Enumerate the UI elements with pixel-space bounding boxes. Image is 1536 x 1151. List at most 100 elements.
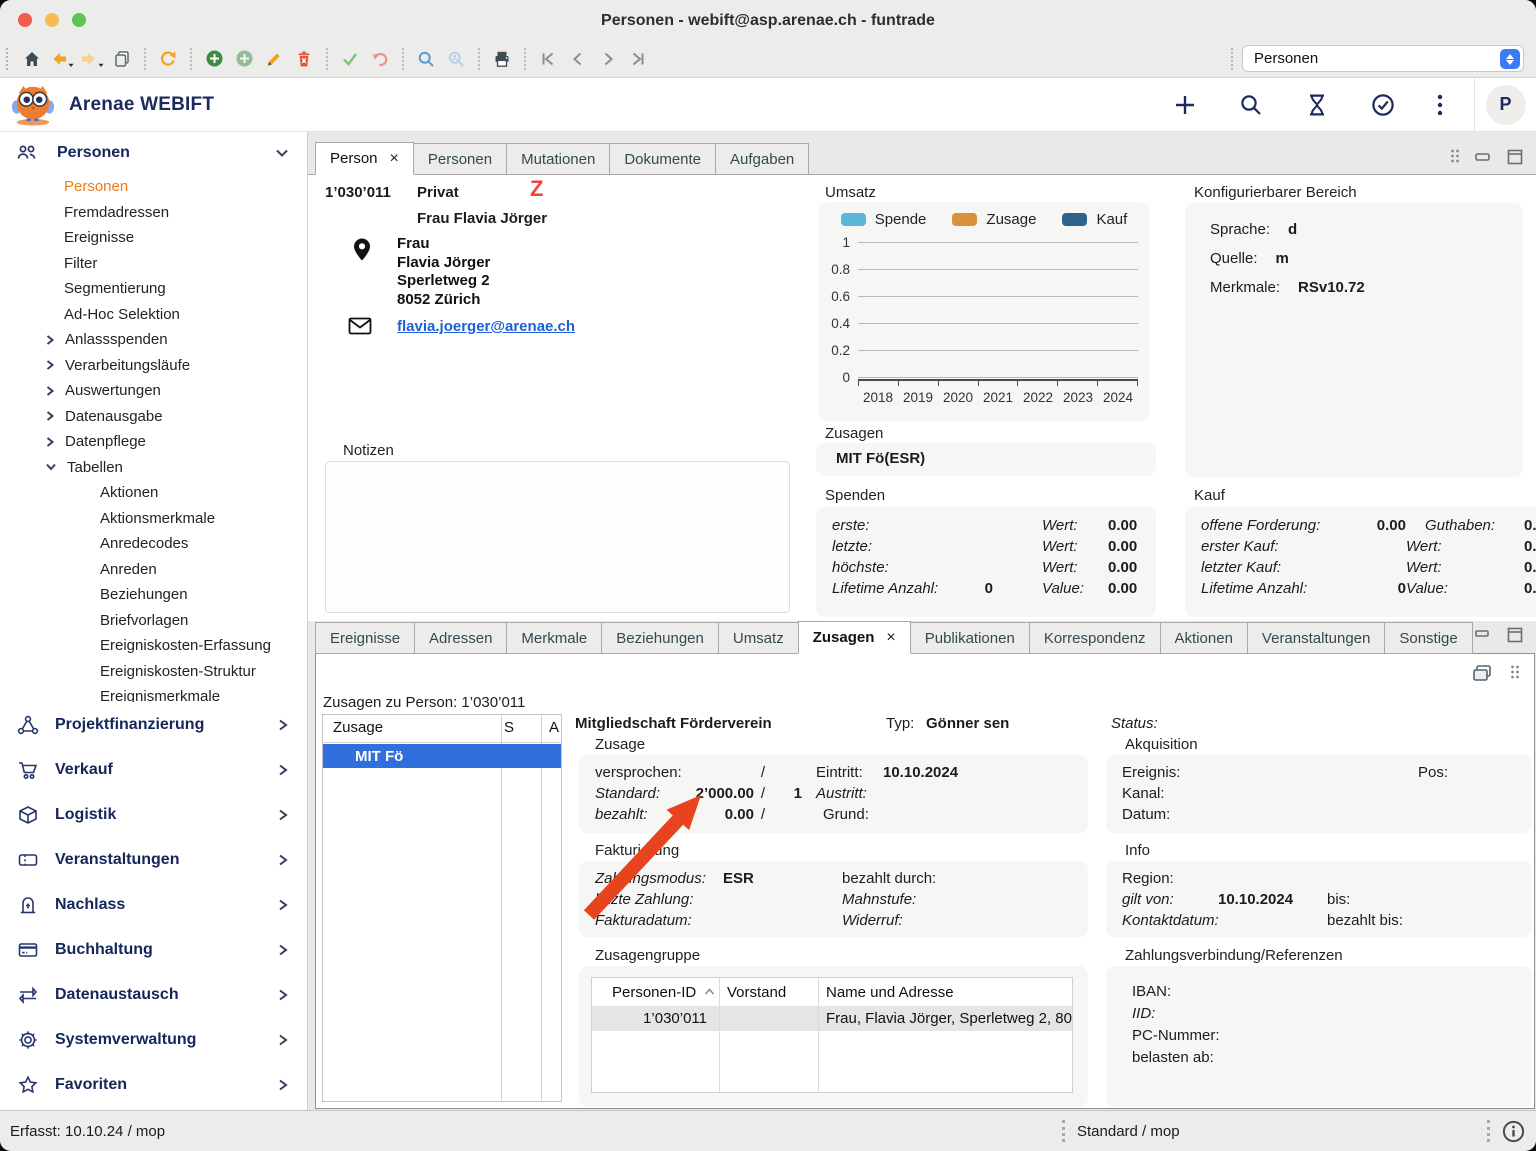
pane-maximize-icon[interactable] — [1506, 627, 1524, 643]
sidebar-item-ereignismerkmale[interactable]: Ereignismerkmale — [0, 684, 307, 702]
view-select[interactable]: Personen — [1242, 45, 1524, 72]
toolbar-drag-handle[interactable] — [6, 48, 11, 70]
add-secondary-button[interactable] — [229, 45, 259, 73]
tasks-button[interactable] — [1370, 92, 1396, 118]
sidebar-item-fremdadressen[interactable]: Fremdadressen — [0, 200, 307, 226]
sidebar-item-ereignisse[interactable]: Ereignisse — [0, 225, 307, 251]
sidebar-item-datenaustausch[interactable]: Datenaustausch — [0, 972, 307, 1017]
statusbar-drag-handle[interactable] — [1487, 1120, 1490, 1142]
history-button[interactable] — [1304, 92, 1330, 118]
close-button[interactable] — [18, 13, 32, 27]
sidebar-item-adhoc-selektion[interactable]: Ad-Hoc Selektion — [0, 302, 307, 328]
tab-veranstaltungen[interactable]: Veranstaltungen — [1247, 622, 1385, 654]
tab-beziehungen[interactable]: Beziehungen — [601, 622, 719, 654]
sidebar-item-buchhaltung[interactable]: Buchhaltung — [0, 927, 307, 972]
sidebar-item-aktionsmerkmale[interactable]: Aktionsmerkmale — [0, 506, 307, 532]
sidebar-item-nachlass[interactable]: Nachlass — [0, 882, 307, 927]
column-header[interactable]: S — [504, 719, 514, 736]
sidebar-item-logistik[interactable]: Logistik — [0, 792, 307, 837]
edit-button[interactable] — [259, 45, 289, 73]
toolbar-drag-handle[interactable] — [1231, 48, 1236, 70]
pane-maximize-icon[interactable] — [1506, 149, 1524, 165]
fullscreen-button[interactable] — [72, 13, 86, 27]
column-header[interactable]: Zusage — [333, 719, 383, 736]
sidebar-item-tabellen[interactable]: Tabellen — [0, 455, 307, 481]
tab-aktionen[interactable]: Aktionen — [1160, 622, 1248, 654]
sidebar-item-personen[interactable]: Personen — [0, 132, 307, 174]
undo-button[interactable] — [365, 45, 395, 73]
tab-mutationen[interactable]: Mutationen — [506, 143, 610, 175]
pane-drag-handle-icon[interactable] — [1510, 664, 1520, 682]
table-header[interactable]: Personen-ID Vorstand Name und Adresse — [592, 978, 1072, 1006]
notes-box[interactable] — [325, 461, 790, 613]
user-menu[interactable]: P — [1474, 78, 1536, 132]
delete-button[interactable] — [289, 45, 319, 73]
back-button[interactable] — [47, 45, 77, 73]
sidebar-item-datenpflege[interactable]: Datenpflege — [0, 429, 307, 455]
tab-personen[interactable]: Personen — [413, 143, 507, 175]
tab-korrespondenz[interactable]: Korrespondenz — [1029, 622, 1161, 654]
column-header[interactable]: A — [549, 719, 559, 736]
add-button[interactable] — [199, 45, 229, 73]
tab-zusagen[interactable]: Zusagen× — [798, 621, 911, 654]
go-next-button[interactable] — [593, 45, 623, 73]
info-icon[interactable] — [1502, 1120, 1525, 1143]
sidebar-item-ereigniskosten-erfassung[interactable]: Ereigniskosten-Erfassung — [0, 633, 307, 659]
sidebar-item-beziehungen[interactable]: Beziehungen — [0, 582, 307, 608]
tab-merkmale[interactable]: Merkmale — [506, 622, 602, 654]
tab-ereignisse[interactable]: Ereignisse — [315, 622, 415, 654]
home-button[interactable] — [17, 45, 47, 73]
close-tab-icon[interactable]: × — [390, 150, 399, 168]
new-item-button[interactable] — [1172, 92, 1198, 118]
table-row[interactable]: 1’030’011 Frau, Flavia Jörger, Sperletwe… — [592, 1006, 1072, 1031]
go-previous-button[interactable] — [563, 45, 593, 73]
go-first-button[interactable] — [533, 45, 563, 73]
global-search-button[interactable] — [1238, 92, 1264, 118]
pane-minimize-icon[interactable] — [1474, 627, 1492, 643]
sidebar-item-anreden[interactable]: Anreden — [0, 557, 307, 583]
sidebar-item-veranstaltungen[interactable]: Veranstaltungen — [0, 837, 307, 882]
tab-dokumente[interactable]: Dokumente — [609, 143, 716, 175]
tab-person[interactable]: Person× — [315, 142, 414, 175]
duplicate-button[interactable] — [107, 45, 137, 73]
search-button[interactable] — [411, 45, 441, 73]
sidebar-item-ereigniskosten-struktur[interactable]: Ereigniskosten-Struktur — [0, 659, 307, 685]
pane-minimize-icon[interactable] — [1474, 149, 1492, 165]
sidebar-item-verarbeitungslaeufe[interactable]: Verarbeitungsläufe — [0, 353, 307, 379]
overflow-menu-button[interactable] — [1436, 92, 1444, 118]
sidebar-item-anlassspenden[interactable]: Anlassspenden — [0, 327, 307, 353]
forward-button[interactable] — [77, 45, 107, 73]
column-header-name-adresse[interactable]: Name und Adresse — [818, 984, 1072, 1001]
column-header-vorstand[interactable]: Vorstand — [719, 984, 818, 1001]
sidebar-item-personen-personen[interactable]: Personen — [0, 174, 307, 200]
list-item-mit-foe[interactable]: MIT Fö — [323, 744, 561, 768]
search-person-button[interactable] — [441, 45, 471, 73]
tab-aufgaben[interactable]: Aufgaben — [715, 143, 809, 175]
sidebar-item-favoriten[interactable]: Favoriten — [0, 1062, 307, 1107]
sidebar-item-briefvorlagen[interactable]: Briefvorlagen — [0, 608, 307, 634]
column-header-personen-id[interactable]: Personen-ID — [592, 984, 719, 1001]
pane-drag-handle-icon[interactable] — [1450, 148, 1460, 166]
person-email-link[interactable]: flavia.joerger@arenae.ch — [397, 318, 575, 335]
sidebar-item-systemverwaltung[interactable]: Systemverwaltung — [0, 1017, 307, 1062]
tab-publikationen[interactable]: Publikationen — [910, 622, 1030, 654]
detach-window-icon[interactable] — [1472, 664, 1492, 682]
confirm-button[interactable] — [335, 45, 365, 73]
tab-adressen[interactable]: Adressen — [414, 622, 507, 654]
sidebar-item-datenausgabe[interactable]: Datenausgabe — [0, 404, 307, 430]
go-last-button[interactable] — [623, 45, 653, 73]
close-tab-icon[interactable]: × — [886, 629, 895, 647]
sidebar-item-verkauf[interactable]: Verkauf — [0, 747, 307, 792]
sidebar-item-auswertungen[interactable]: Auswertungen — [0, 378, 307, 404]
sidebar-item-projektfinanzierung[interactable]: Projektfinanzierung — [0, 702, 307, 747]
minimize-button[interactable] — [45, 13, 59, 27]
tab-umsatz[interactable]: Umsatz — [718, 622, 799, 654]
statusbar-drag-handle[interactable] — [1062, 1120, 1065, 1142]
sidebar-item-anredecodes[interactable]: Anredecodes — [0, 531, 307, 557]
zusagen-list-header[interactable]: Zusage S A — [323, 715, 561, 743]
print-button[interactable] — [487, 45, 517, 73]
sidebar-item-segmentierung[interactable]: Segmentierung — [0, 276, 307, 302]
avatar[interactable]: P — [1486, 85, 1526, 125]
refresh-button[interactable] — [153, 45, 183, 73]
sidebar-item-aktionen[interactable]: Aktionen — [0, 480, 307, 506]
